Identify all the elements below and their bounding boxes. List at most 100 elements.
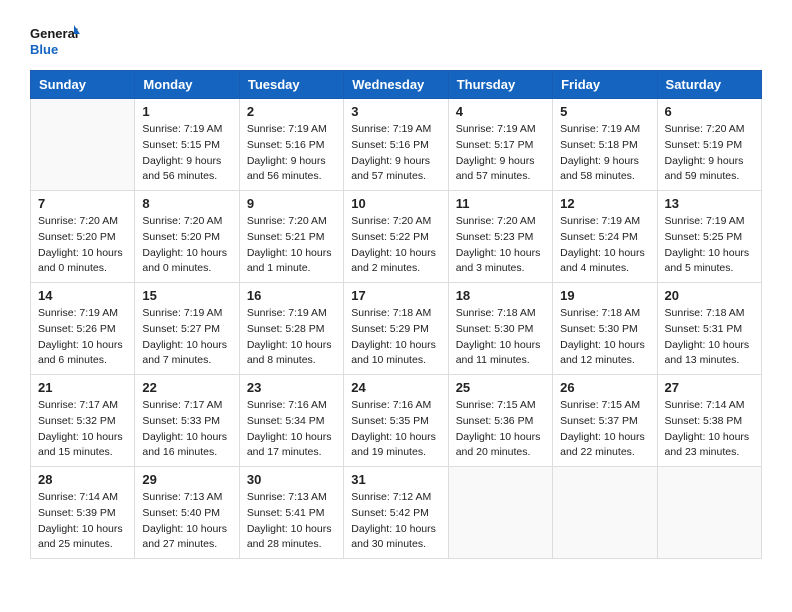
day-number: 13 <box>665 196 754 211</box>
page-header: GeneralBlue <box>30 20 762 60</box>
day-cell <box>448 467 552 559</box>
day-cell: 23Sunrise: 7:16 AMSunset: 5:34 PMDayligh… <box>239 375 343 467</box>
weekday-header-row: SundayMondayTuesdayWednesdayThursdayFrid… <box>31 71 762 99</box>
day-number: 18 <box>456 288 545 303</box>
day-cell <box>31 99 135 191</box>
day-number: 24 <box>351 380 440 395</box>
day-number: 15 <box>142 288 231 303</box>
day-number: 3 <box>351 104 440 119</box>
day-number: 23 <box>247 380 336 395</box>
day-info: Sunrise: 7:18 AMSunset: 5:30 PMDaylight:… <box>560 306 649 369</box>
day-info: Sunrise: 7:13 AMSunset: 5:40 PMDaylight:… <box>142 490 231 553</box>
day-cell <box>553 467 657 559</box>
weekday-header-tuesday: Tuesday <box>239 71 343 99</box>
day-number: 27 <box>665 380 754 395</box>
svg-text:General: General <box>30 26 78 41</box>
day-cell: 29Sunrise: 7:13 AMSunset: 5:40 PMDayligh… <box>135 467 239 559</box>
day-info: Sunrise: 7:20 AMSunset: 5:21 PMDaylight:… <box>247 214 336 277</box>
day-number: 30 <box>247 472 336 487</box>
day-info: Sunrise: 7:12 AMSunset: 5:42 PMDaylight:… <box>351 490 440 553</box>
day-info: Sunrise: 7:19 AMSunset: 5:17 PMDaylight:… <box>456 122 545 185</box>
calendar-table: SundayMondayTuesdayWednesdayThursdayFrid… <box>30 70 762 559</box>
day-info: Sunrise: 7:20 AMSunset: 5:20 PMDaylight:… <box>142 214 231 277</box>
day-number: 4 <box>456 104 545 119</box>
day-number: 9 <box>247 196 336 211</box>
day-info: Sunrise: 7:19 AMSunset: 5:28 PMDaylight:… <box>247 306 336 369</box>
day-info: Sunrise: 7:16 AMSunset: 5:35 PMDaylight:… <box>351 398 440 461</box>
day-cell: 25 Sunrise: 7:15 AMSunset: 5:36 PMDayligh… <box>448 375 552 467</box>
day-info: Sunrise: 7:15 AMSunset: 5:36 PMDaylight:… <box>456 398 545 461</box>
day-cell: 21 Sunrise: 7:17 AMSunset: 5:32 PMDayligh… <box>31 375 135 467</box>
day-info: Sunrise: 7:19 AMSunset: 5:24 PMDaylight:… <box>560 214 649 277</box>
day-cell: 13 Sunrise: 7:19 AMSunset: 5:25 PMDayligh… <box>657 191 761 283</box>
weekday-header-thursday: Thursday <box>448 71 552 99</box>
logo: GeneralBlue <box>30 20 80 60</box>
day-number: 20 <box>665 288 754 303</box>
day-number: 19 <box>560 288 649 303</box>
day-cell: 24 Sunrise: 7:16 AMSunset: 5:35 PMDayligh… <box>344 375 448 467</box>
week-row-3: 14Sunrise: 7:19 AMSunset: 5:26 PMDayligh… <box>31 283 762 375</box>
day-number: 17 <box>351 288 440 303</box>
day-info: Sunrise: 7:20 AMSunset: 5:23 PMDaylight:… <box>456 214 545 277</box>
day-info: Sunrise: 7:19 AMSunset: 5:18 PMDaylight:… <box>560 122 649 185</box>
weekday-header-saturday: Saturday <box>657 71 761 99</box>
day-cell <box>657 467 761 559</box>
day-info: Sunrise: 7:18 AMSunset: 5:29 PMDaylight:… <box>351 306 440 369</box>
day-info: Sunrise: 7:18 AMSunset: 5:31 PMDaylight:… <box>665 306 754 369</box>
week-row-5: 28Sunrise: 7:14 AMSunset: 5:39 PMDayligh… <box>31 467 762 559</box>
day-cell: 10Sunrise: 7:20 AMSunset: 5:22 PMDayligh… <box>344 191 448 283</box>
day-number: 22 <box>142 380 231 395</box>
day-info: Sunrise: 7:17 AMSunset: 5:32 PMDaylight:… <box>38 398 127 461</box>
day-cell: 26 Sunrise: 7:15 AMSunset: 5:37 PMDayligh… <box>553 375 657 467</box>
weekday-header-monday: Monday <box>135 71 239 99</box>
day-cell: 19 Sunrise: 7:18 AMSunset: 5:30 PMDayligh… <box>553 283 657 375</box>
weekday-header-friday: Friday <box>553 71 657 99</box>
day-info: Sunrise: 7:19 AMSunset: 5:27 PMDaylight:… <box>142 306 231 369</box>
day-cell: 8 Sunrise: 7:20 AMSunset: 5:20 PMDaylight… <box>135 191 239 283</box>
day-cell: 1 Sunrise: 7:19 AMSunset: 5:15 PMDaylight… <box>135 99 239 191</box>
day-cell: 14Sunrise: 7:19 AMSunset: 5:26 PMDayligh… <box>31 283 135 375</box>
day-number: 2 <box>247 104 336 119</box>
day-number: 6 <box>665 104 754 119</box>
day-info: Sunrise: 7:15 AMSunset: 5:37 PMDaylight:… <box>560 398 649 461</box>
week-row-2: 7 Sunrise: 7:20 AMSunset: 5:20 PMDaylight… <box>31 191 762 283</box>
day-cell: 31 Sunrise: 7:12 AMSunset: 5:42 PMDayligh… <box>344 467 448 559</box>
day-number: 25 <box>456 380 545 395</box>
day-number: 12 <box>560 196 649 211</box>
day-number: 11 <box>456 196 545 211</box>
day-info: Sunrise: 7:18 AMSunset: 5:30 PMDaylight:… <box>456 306 545 369</box>
day-info: Sunrise: 7:19 AMSunset: 5:16 PMDaylight:… <box>351 122 440 185</box>
day-number: 31 <box>351 472 440 487</box>
day-number: 7 <box>38 196 127 211</box>
day-cell: 3 Sunrise: 7:19 AMSunset: 5:16 PMDaylight… <box>344 99 448 191</box>
week-row-1: 1 Sunrise: 7:19 AMSunset: 5:15 PMDaylight… <box>31 99 762 191</box>
day-number: 14 <box>38 288 127 303</box>
week-row-4: 21 Sunrise: 7:17 AMSunset: 5:32 PMDayligh… <box>31 375 762 467</box>
weekday-header-wednesday: Wednesday <box>344 71 448 99</box>
day-number: 8 <box>142 196 231 211</box>
day-info: Sunrise: 7:20 AMSunset: 5:20 PMDaylight:… <box>38 214 127 277</box>
day-number: 28 <box>38 472 127 487</box>
day-info: Sunrise: 7:19 AMSunset: 5:16 PMDaylight:… <box>247 122 336 185</box>
day-info: Sunrise: 7:19 AMSunset: 5:25 PMDaylight:… <box>665 214 754 277</box>
day-cell: 2 Sunrise: 7:19 AMSunset: 5:16 PMDaylight… <box>239 99 343 191</box>
day-number: 1 <box>142 104 231 119</box>
day-cell: 17 Sunrise: 7:18 AMSunset: 5:29 PMDayligh… <box>344 283 448 375</box>
day-cell: 5Sunrise: 7:19 AMSunset: 5:18 PMDaylight… <box>553 99 657 191</box>
day-cell: 7 Sunrise: 7:20 AMSunset: 5:20 PMDaylight… <box>31 191 135 283</box>
day-number: 26 <box>560 380 649 395</box>
day-cell: 11 Sunrise: 7:20 AMSunset: 5:23 PMDayligh… <box>448 191 552 283</box>
day-cell: 28Sunrise: 7:14 AMSunset: 5:39 PMDayligh… <box>31 467 135 559</box>
day-cell: 6Sunrise: 7:20 AMSunset: 5:19 PMDaylight… <box>657 99 761 191</box>
day-cell: 22Sunrise: 7:17 AMSunset: 5:33 PMDayligh… <box>135 375 239 467</box>
day-cell: 20 Sunrise: 7:18 AMSunset: 5:31 PMDayligh… <box>657 283 761 375</box>
day-info: Sunrise: 7:20 AMSunset: 5:22 PMDaylight:… <box>351 214 440 277</box>
day-number: 21 <box>38 380 127 395</box>
svg-text:Blue: Blue <box>30 42 58 57</box>
day-cell: 27Sunrise: 7:14 AMSunset: 5:38 PMDayligh… <box>657 375 761 467</box>
day-cell: 16Sunrise: 7:19 AMSunset: 5:28 PMDayligh… <box>239 283 343 375</box>
day-cell: 12 Sunrise: 7:19 AMSunset: 5:24 PMDayligh… <box>553 191 657 283</box>
day-cell: 4 Sunrise: 7:19 AMSunset: 5:17 PMDaylight… <box>448 99 552 191</box>
day-cell: 30Sunrise: 7:13 AMSunset: 5:41 PMDayligh… <box>239 467 343 559</box>
day-info: Sunrise: 7:19 AMSunset: 5:15 PMDaylight:… <box>142 122 231 185</box>
